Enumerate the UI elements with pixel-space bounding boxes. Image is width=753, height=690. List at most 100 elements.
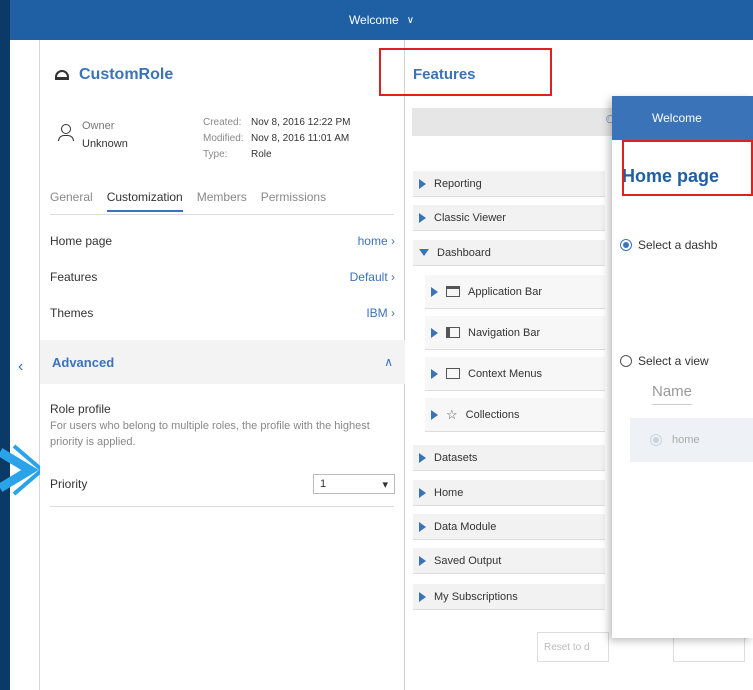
setting-value-link[interactable]: Default › (350, 270, 395, 284)
expand-icon[interactable] (419, 487, 426, 498)
setting-home-page[interactable]: Home page home › (50, 223, 395, 259)
name-column-header: Name (652, 383, 693, 405)
features-highlight-box (379, 48, 552, 96)
expand-icon[interactable] (419, 521, 426, 532)
dialog-header: Welcome (612, 96, 753, 140)
role-metadata: Created: Nov 8, 2016 12:22 PM Modified: No… (203, 115, 351, 163)
feature-item-dashboard[interactable]: Dashboard (413, 240, 605, 266)
tabs-divider (50, 214, 394, 215)
radio-selected-icon[interactable] (620, 239, 632, 251)
tab-permissions[interactable]: Permissions (261, 190, 326, 212)
role-icon (55, 70, 69, 80)
priority-select[interactable]: 1 ▾ (313, 474, 395, 494)
modified-label: Modified: (203, 133, 244, 144)
sidebar-icon (446, 327, 460, 338)
feature-item-context-menus[interactable]: Context Menus (425, 357, 605, 391)
owner-info: Owner Unknown (58, 120, 128, 150)
expand-icon[interactable] (419, 178, 426, 189)
option-label: Select a dashb (638, 238, 718, 252)
chevron-right-icon: › (391, 234, 395, 248)
chevron-right-icon: › (391, 306, 395, 320)
feature-label: Application Bar (468, 285, 542, 298)
setting-value[interactable]: home (358, 234, 388, 248)
setting-features[interactable]: Features Default › (50, 259, 395, 295)
setting-value[interactable]: Default (350, 270, 388, 284)
expand-icon[interactable] (431, 327, 438, 338)
person-icon (58, 124, 74, 142)
feature-item-reporting[interactable]: Reporting (413, 171, 605, 197)
feature-label: My Subscriptions (434, 590, 518, 603)
chevron-left-icon[interactable]: ‹ (18, 358, 23, 376)
feature-item-home[interactable]: Home (413, 480, 605, 506)
modified-value: Nov 8, 2016 11:01 AM (251, 133, 350, 144)
feature-label: Home (434, 486, 464, 499)
feature-item-saved-output[interactable]: Saved Output (413, 548, 605, 574)
feature-item-navigation-bar[interactable]: Navigation Bar (425, 316, 605, 350)
priority-label: Priority (50, 477, 88, 491)
radio-disabled-icon[interactable] (650, 434, 662, 446)
properties-tabs: General Customization Members Permission… (50, 190, 326, 212)
option-label: Select a view (638, 354, 709, 368)
role-title: CustomRole (55, 66, 173, 84)
setting-value[interactable]: IBM (366, 306, 387, 320)
expand-icon[interactable] (431, 409, 438, 420)
feature-label: Dashboard (437, 246, 491, 259)
tab-customization[interactable]: Customization (106, 190, 183, 212)
feature-label: Reporting (434, 177, 482, 190)
setting-value-link[interactable]: home › (358, 234, 395, 248)
feature-item-data-module[interactable]: Data Module (413, 514, 605, 540)
feature-label: Data Module (434, 520, 497, 533)
radio-icon[interactable] (620, 355, 632, 367)
expand-icon[interactable] (431, 368, 438, 379)
feature-label: Context Menus (468, 367, 542, 380)
setting-label: Home page (50, 234, 113, 248)
chevron-right-icon: › (391, 270, 395, 284)
role-properties-panel: CustomRole Owner Unknown Created: Nov 8, … (40, 40, 405, 690)
feature-item-my-subscriptions[interactable]: My Subscriptions (413, 584, 605, 610)
pin-icon: ☆ (446, 406, 458, 422)
role-profile: Role profile For users who belong to mul… (50, 402, 390, 450)
feature-label: Classic Viewer (434, 211, 506, 224)
feature-label: Navigation Bar (468, 326, 541, 339)
chevron-up-icon[interactable]: ∧ (384, 355, 393, 369)
dropdown-arrow-icon: ▾ (382, 478, 388, 491)
priority-row: Priority 1 ▾ (50, 474, 395, 494)
created-label: Created: (203, 117, 242, 128)
owner-label: Owner (82, 120, 115, 132)
expand-icon[interactable] (419, 555, 426, 566)
expand-icon[interactable] (419, 212, 426, 223)
setting-label: Themes (50, 306, 94, 320)
chevron-down-icon[interactable]: ∨ (407, 15, 414, 26)
welcome-menu-label[interactable]: Welcome (349, 13, 399, 27)
expand-icon[interactable] (419, 452, 426, 463)
tab-members[interactable]: Members (197, 190, 247, 212)
role-profile-title: Role profile (50, 402, 111, 416)
setting-themes[interactable]: Themes IBM › (50, 295, 395, 331)
owner-value: Unknown (82, 138, 128, 150)
tab-general[interactable]: General (50, 190, 93, 212)
role-name: CustomRole (79, 66, 174, 83)
priority-value: 1 (320, 478, 327, 490)
setting-label: Features (50, 270, 98, 284)
select-dashboard-option[interactable]: Select a dashb (620, 238, 717, 252)
feature-item-application-bar[interactable]: Application Bar (425, 275, 605, 309)
feature-item-classic-viewer[interactable]: Classic Viewer (413, 205, 605, 231)
view-item-label: home (672, 434, 700, 446)
advanced-section-header[interactable]: Advanced ∧ (40, 340, 405, 384)
expand-icon[interactable] (431, 286, 438, 297)
expand-icon[interactable] (419, 591, 426, 602)
home-page-highlight-box (622, 140, 753, 196)
window-icon (446, 286, 460, 297)
select-view-option[interactable]: Select a view (620, 354, 709, 368)
feature-item-datasets[interactable]: Datasets (413, 445, 605, 471)
setting-value-link[interactable]: IBM › (366, 306, 395, 320)
feature-item-collections[interactable]: ☆ Collections (425, 398, 605, 432)
collapse-icon[interactable] (419, 249, 429, 256)
features-search-input[interactable]: 🔍︎ (412, 108, 622, 136)
feature-label: Saved Output (434, 554, 502, 567)
role-profile-hint: For users who belong to multiple roles, … (50, 420, 370, 448)
top-bar[interactable]: Welcome ∨ (10, 0, 753, 40)
reset-to-default-button[interactable]: Reset to d (537, 632, 609, 662)
feature-label: Datasets (434, 451, 478, 464)
view-list-item[interactable]: home (630, 418, 753, 462)
